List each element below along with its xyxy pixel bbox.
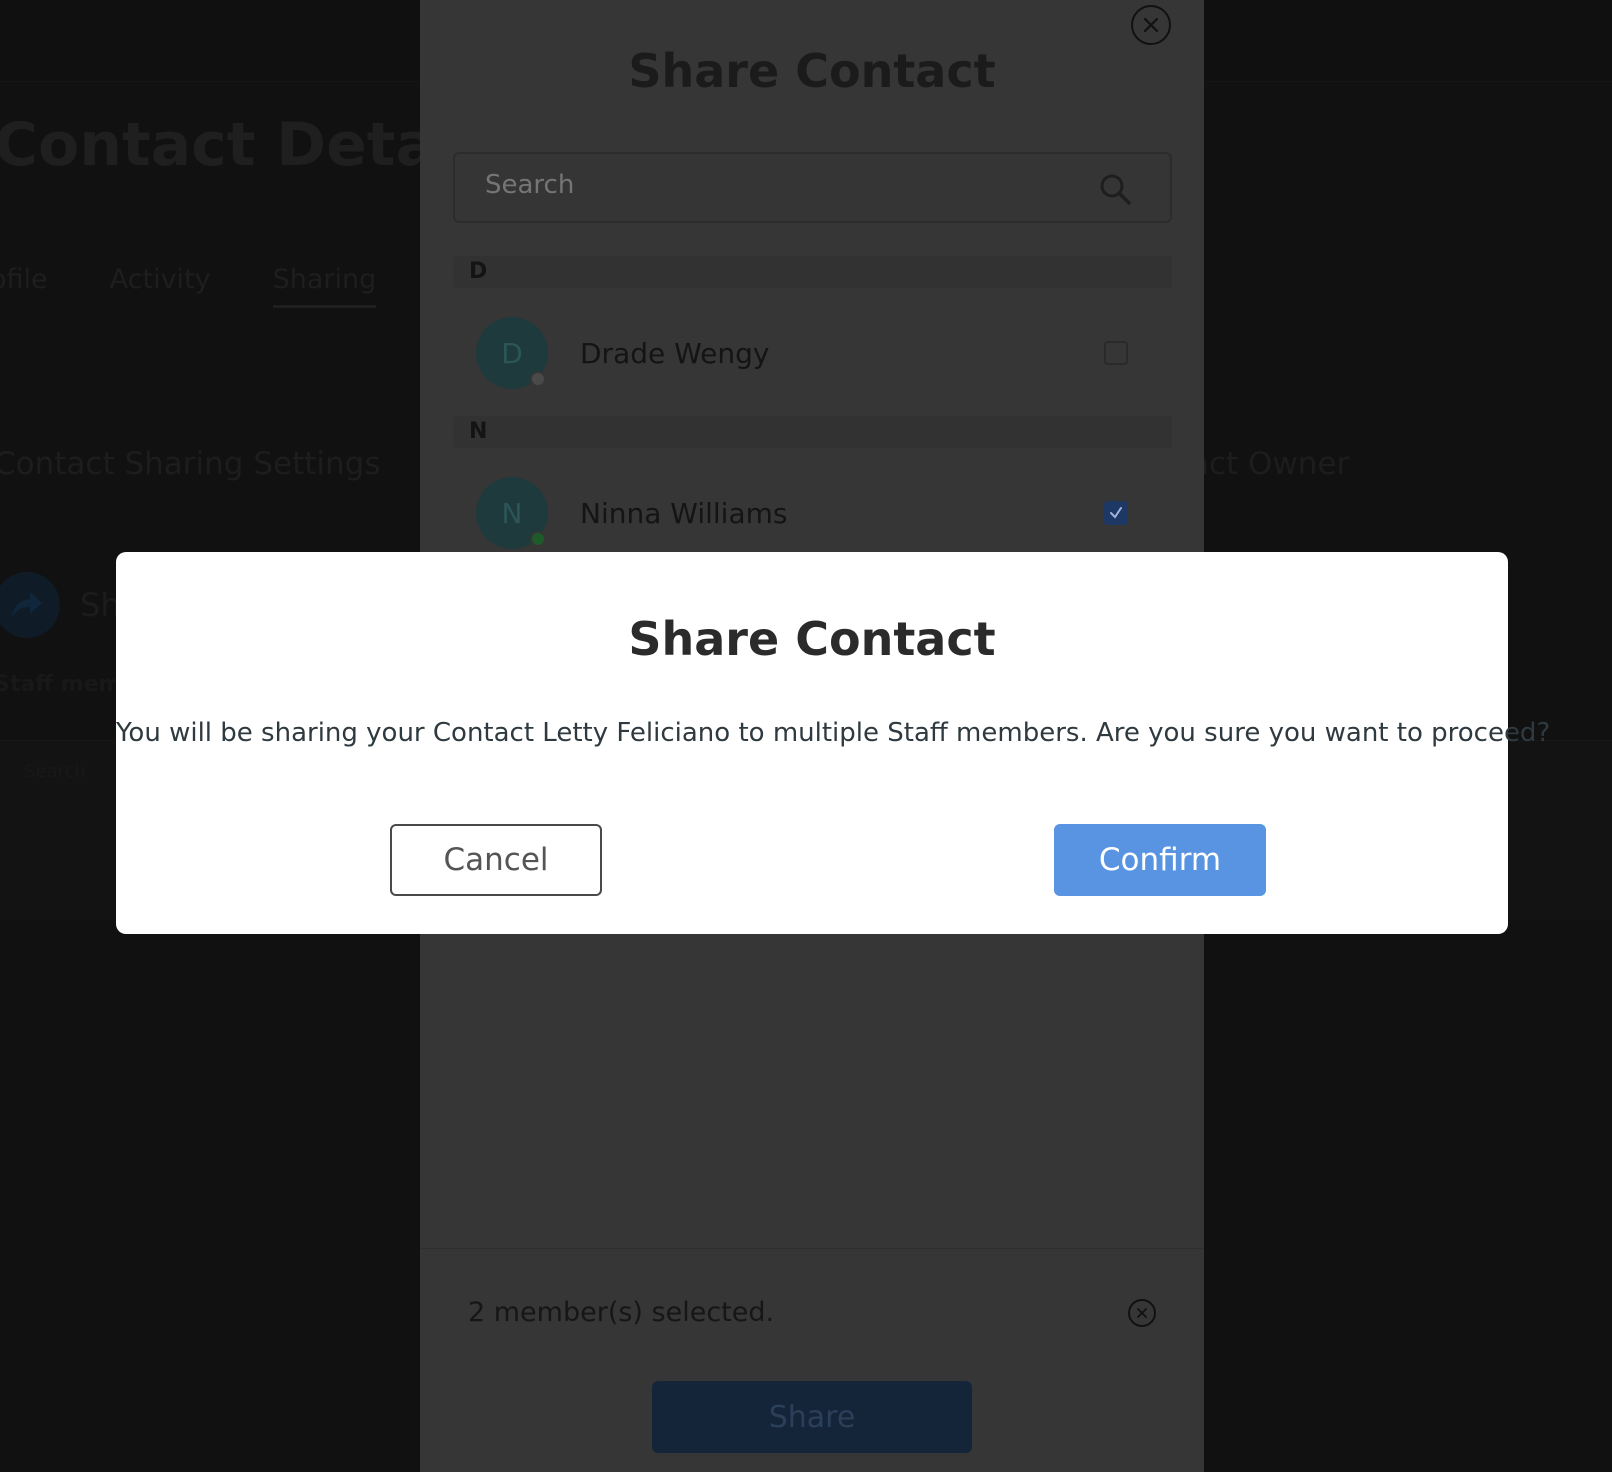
avatar-initial: N — [501, 496, 523, 530]
sharing-settings-heading: Contact Sharing Settings — [0, 446, 381, 482]
panel-close-button[interactable] — [1131, 5, 1171, 45]
select-checkbox[interactable] — [1104, 341, 1128, 365]
close-icon — [1143, 17, 1159, 33]
dialog-title: Share Contact — [628, 612, 996, 666]
detail-tabs: ofile Activity Sharing — [0, 264, 377, 308]
avatar: N — [476, 477, 548, 549]
status-dot — [530, 531, 546, 547]
avatar: D — [476, 317, 548, 389]
table-cell: Search — [24, 761, 86, 782]
confirm-dialog: Share Contact You will be sharing your C… — [116, 552, 1551, 934]
tab-activity[interactable]: Activity — [110, 264, 211, 308]
contact-owner-heading: act Owner — [1190, 446, 1350, 482]
contact-name: Ninna Williams — [580, 496, 788, 530]
status-dot — [530, 371, 546, 387]
group-header-n: N — [453, 416, 1172, 448]
search-icon[interactable] — [1098, 172, 1132, 206]
list-item[interactable]: D Drade Wengy — [476, 316, 1156, 390]
checkmark-icon — [1110, 507, 1122, 519]
close-icon — [1137, 1308, 1147, 1318]
dialog-message: You will be sharing your Contact Letty F… — [116, 718, 1551, 748]
tab-profile[interactable]: ofile — [0, 264, 48, 308]
panel-title: Share Contact — [628, 44, 996, 98]
selected-count: 2 member(s) selected. — [468, 1297, 775, 1328]
search-box[interactable] — [453, 152, 1172, 223]
select-checkbox[interactable] — [1104, 501, 1128, 525]
share-button[interactable]: Share — [652, 1381, 972, 1453]
share-arrow-icon — [0, 572, 60, 638]
share-contact-row[interactable]: Sh — [0, 572, 121, 638]
search-input[interactable] — [485, 170, 1045, 200]
confirm-button[interactable]: Confirm — [1054, 824, 1266, 896]
share-row-label: Sh — [80, 586, 121, 624]
contact-name: Drade Wengy — [580, 336, 770, 370]
panel-footer: 2 member(s) selected. Share — [420, 1248, 1204, 1472]
list-item[interactable]: N Ninna Williams — [476, 476, 1156, 550]
tab-sharing[interactable]: Sharing — [272, 264, 377, 308]
clear-selection-button[interactable] — [1128, 1299, 1156, 1327]
avatar-initial: D — [501, 336, 523, 370]
cancel-button[interactable]: Cancel — [390, 824, 602, 896]
group-header-d: D — [453, 256, 1172, 288]
